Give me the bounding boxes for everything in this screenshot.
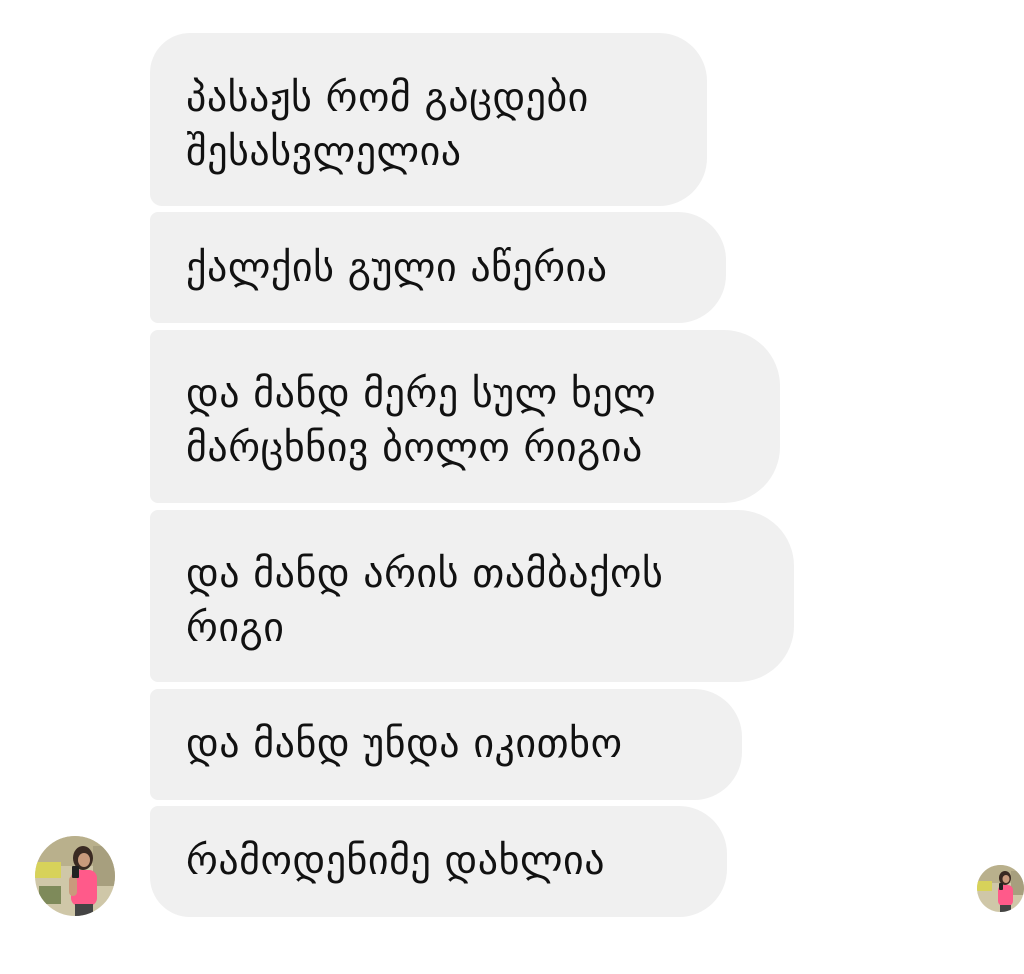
message-bubble[interactable]: და მანდ მერე სულ ხელ მარცხნივ ბოლო რიგია [150,330,780,503]
message-bubble[interactable]: და მანდ უნდა იკითხო [150,689,742,800]
message-thread: პასაჟს რომ გაცდები შესასვლელია ქალქის გუ… [0,0,1024,974]
sender-avatar[interactable] [35,836,115,916]
message-bubble[interactable]: ქალქის გული აწერია [150,212,726,323]
seen-avatar [977,865,1024,912]
profile-photo-avatar-icon [35,836,115,916]
message-bubble[interactable]: რამოდენიმე დახლია [150,806,727,917]
message-bubble[interactable]: და მანდ არის თამბაქოს რიგი [150,510,794,682]
message-bubble[interactable]: პასაჟს რომ გაცდები შესასვლელია [150,33,707,206]
seen-avatar-icon [977,865,1024,912]
